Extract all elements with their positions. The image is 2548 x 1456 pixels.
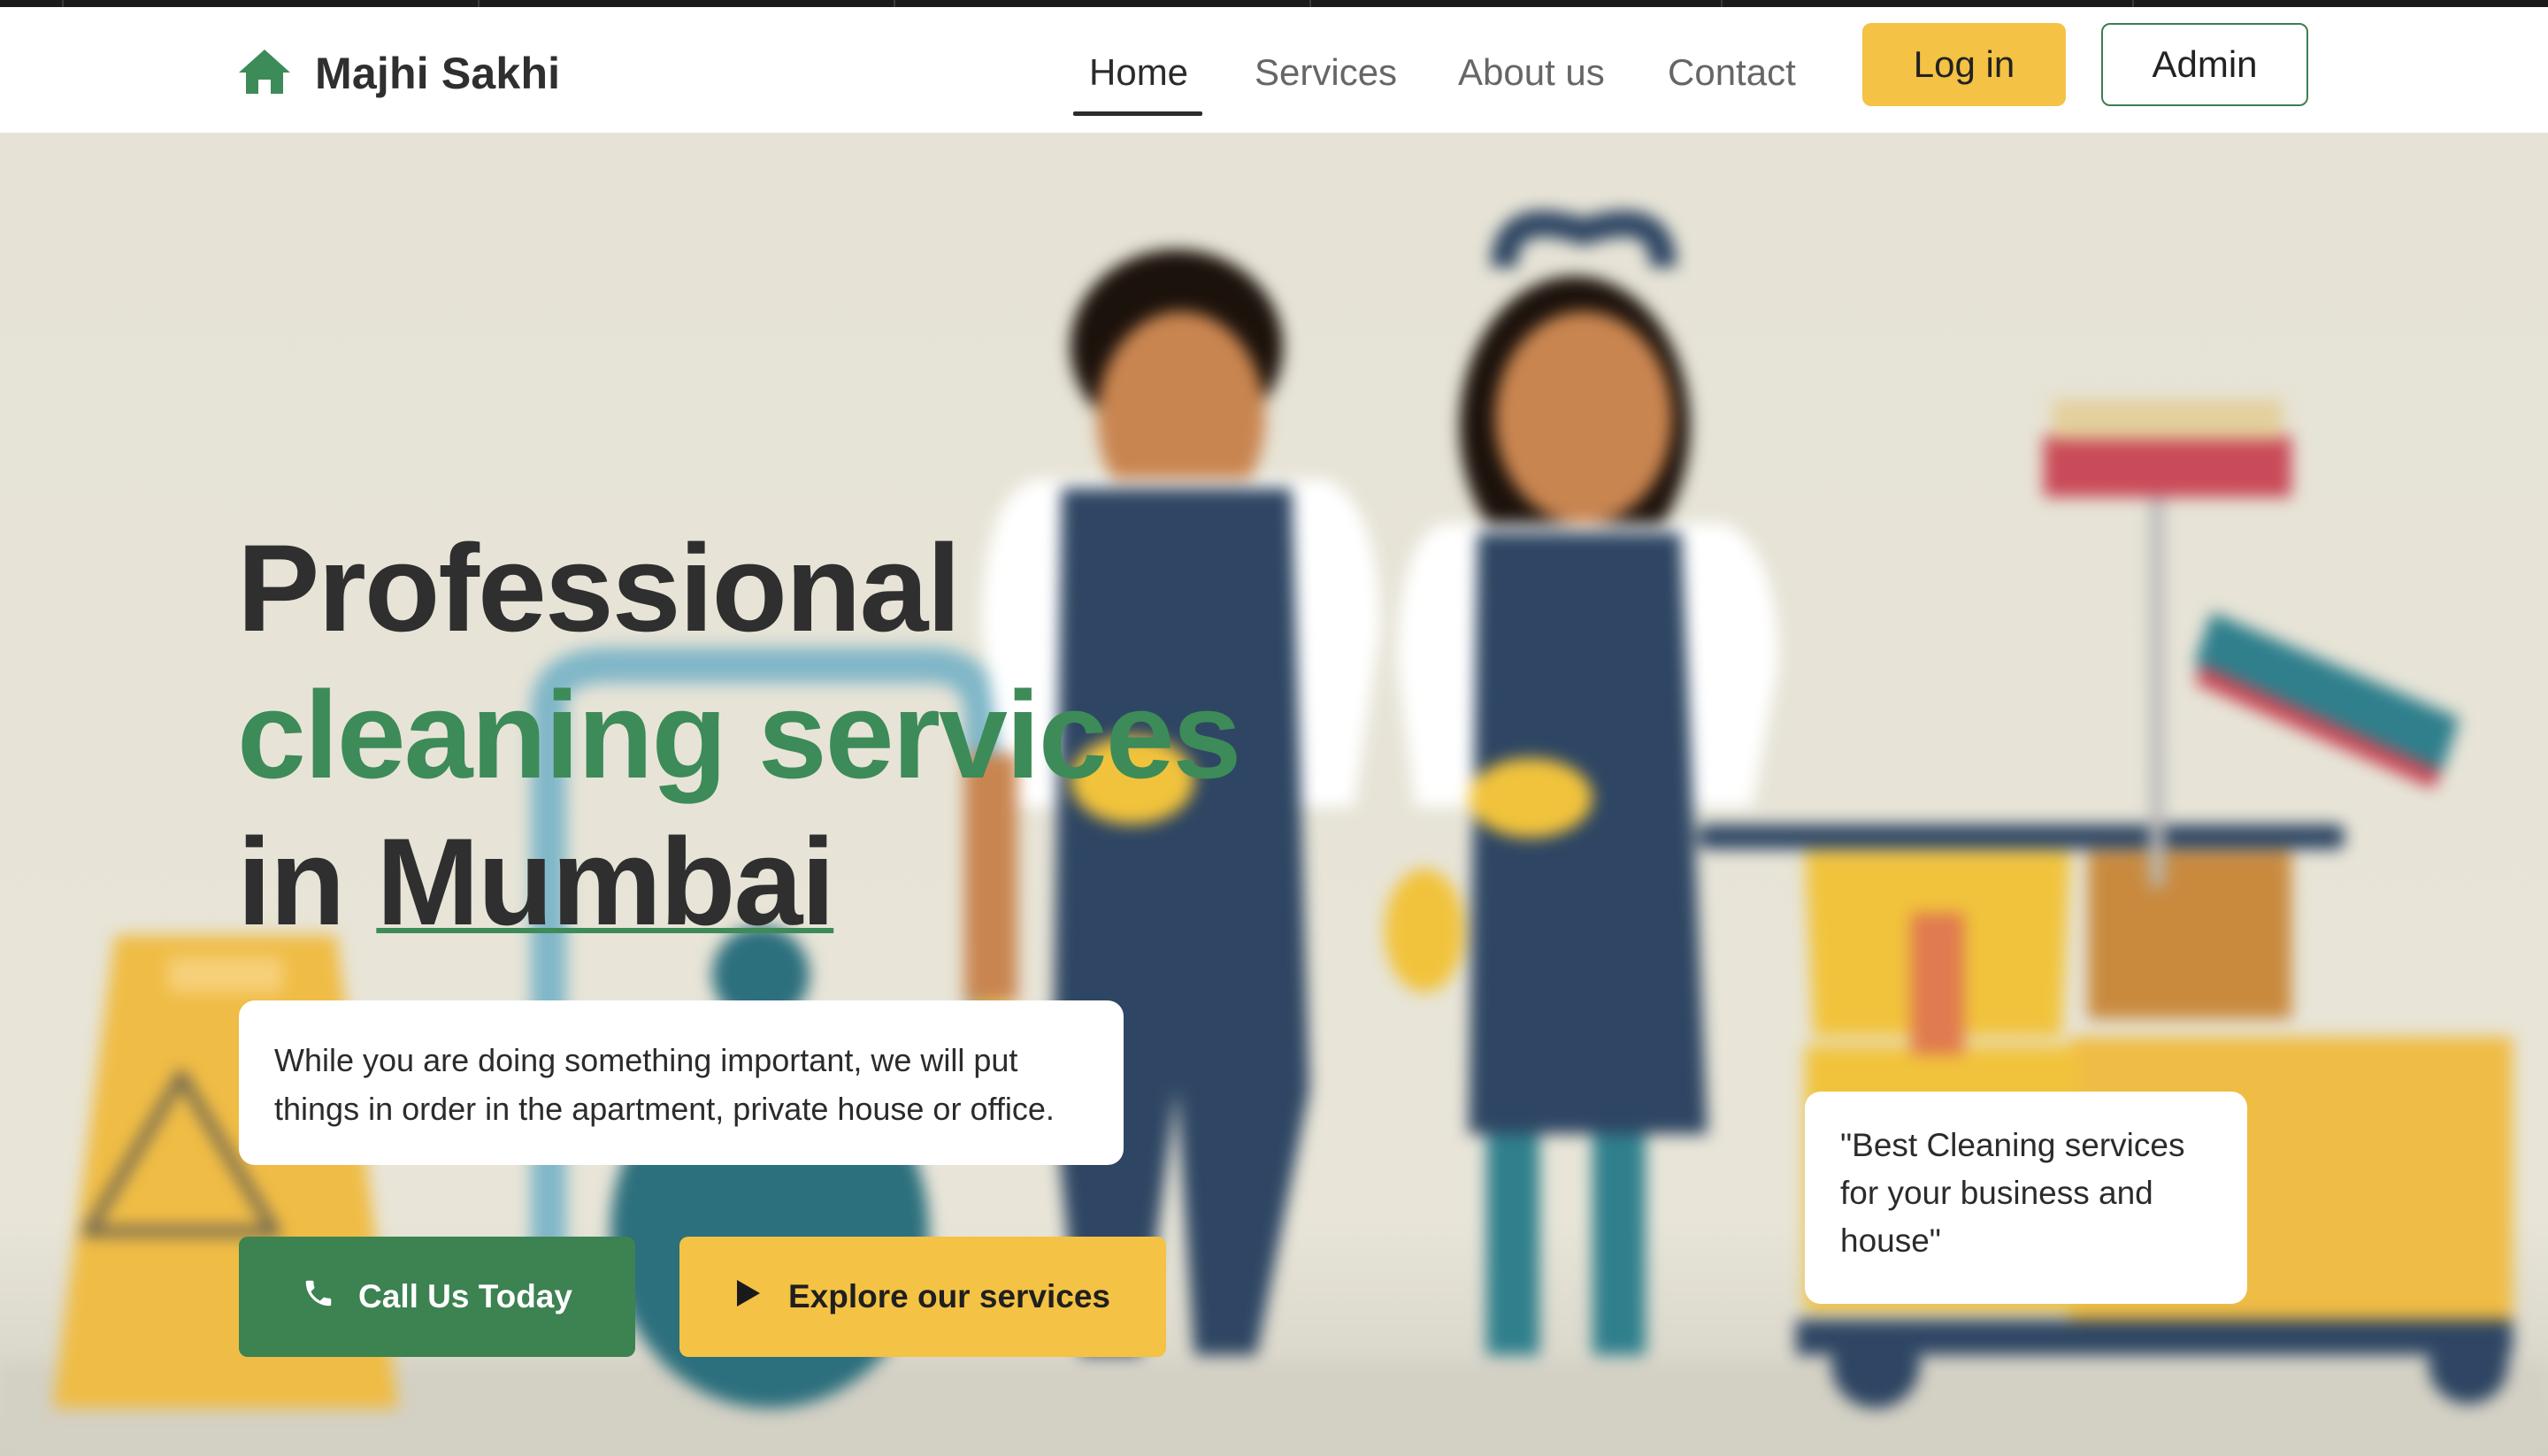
strip-divider — [62, 0, 64, 7]
navbar: Majhi Sakhi Home Services About us Conta… — [0, 7, 2548, 134]
strip-divider — [1309, 0, 1311, 7]
strip-divider — [1721, 0, 1723, 7]
phone-icon — [302, 1276, 358, 1318]
headline-line-2: cleaning services — [237, 665, 1241, 804]
headline-city: Mumbai — [376, 812, 835, 951]
headline-line-1: Professional — [237, 518, 961, 657]
nav-active-indicator — [1073, 111, 1202, 116]
testimonial-quote-card: "Best Cleaning services for your busines… — [1805, 1092, 2247, 1304]
headline-prefix: in — [237, 812, 377, 951]
hero-headline: Professional cleaning services in Mumbai — [237, 515, 1241, 955]
nav-link-contact[interactable]: Contact — [1668, 46, 1796, 99]
nav-link-home[interactable]: Home — [1089, 46, 1188, 99]
headline-line-3: in Mumbai — [237, 808, 1239, 955]
brand-name: Majhi Sakhi — [315, 49, 561, 98]
testimonial-quote: "Best Cleaning services for your busines… — [1840, 1127, 2185, 1259]
call-us-label: Call Us Today — [358, 1278, 572, 1314]
call-us-button[interactable]: Call Us Today — [239, 1237, 635, 1357]
hero-section: Professional cleaning services in Mumbai… — [0, 134, 2548, 1456]
nav-link-services[interactable]: Services — [1255, 46, 1397, 99]
nav-link-about[interactable]: About us — [1458, 46, 1605, 99]
login-button[interactable]: Log in — [1862, 23, 2066, 106]
strip-divider — [478, 0, 480, 7]
brand-logo[interactable]: Majhi Sakhi — [237, 42, 560, 104]
top-window-strip — [0, 0, 2548, 7]
strip-divider — [2132, 0, 2134, 7]
strip-divider — [894, 0, 895, 7]
explore-services-button[interactable]: Explore our services — [679, 1237, 1166, 1357]
hero-description: While you are doing something important,… — [274, 1042, 1055, 1127]
home-icon — [237, 48, 292, 100]
explore-services-label: Explore our services — [787, 1278, 1111, 1314]
play-icon — [735, 1278, 788, 1316]
hero-description-card: While you are doing something important,… — [239, 1000, 1124, 1165]
admin-button[interactable]: Admin — [2101, 23, 2308, 106]
